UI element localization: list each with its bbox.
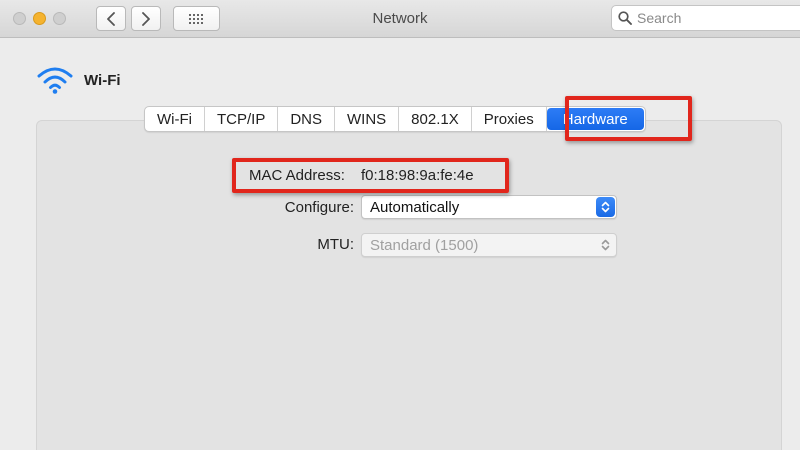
interface-name: Wi-Fi <box>84 71 121 89</box>
mtu-stepper[interactable] <box>596 235 615 255</box>
mac-address-label: MAC Address: <box>249 167 345 184</box>
interface-header: Wi-Fi <box>36 66 121 94</box>
configure-value: Automatically <box>370 198 460 216</box>
mtu-select[interactable]: Standard (1500) <box>361 233 617 257</box>
tab-proxies[interactable]: Proxies <box>472 107 547 131</box>
stepper-icon <box>601 239 610 251</box>
title-bar: Network <box>0 0 800 38</box>
mtu-label: MTU: <box>317 236 354 253</box>
stepper-icon <box>601 201 610 213</box>
configure-stepper[interactable] <box>596 197 615 217</box>
mac-address-value: f0:18:98:9a:fe:4e <box>361 167 474 184</box>
tab-tcpip[interactable]: TCP/IP <box>205 107 279 131</box>
tab-bar: Wi-Fi TCP/IP DNS WINS 802.1X Proxies Har… <box>144 106 646 132</box>
configure-label: Configure: <box>284 199 354 216</box>
tab-hardware[interactable]: Hardware <box>546 108 644 130</box>
tab-dns[interactable]: DNS <box>278 107 335 131</box>
configure-select[interactable]: Automatically <box>361 195 617 219</box>
tab-wins[interactable]: WINS <box>335 107 400 131</box>
search-icon <box>618 11 632 25</box>
tab-8021x[interactable]: 802.1X <box>399 107 472 131</box>
search-input[interactable] <box>637 10 797 26</box>
search-field[interactable] <box>611 5 800 31</box>
wifi-icon <box>37 67 73 94</box>
mtu-value: Standard (1500) <box>370 236 479 254</box>
tab-wifi[interactable]: Wi-Fi <box>145 107 205 131</box>
